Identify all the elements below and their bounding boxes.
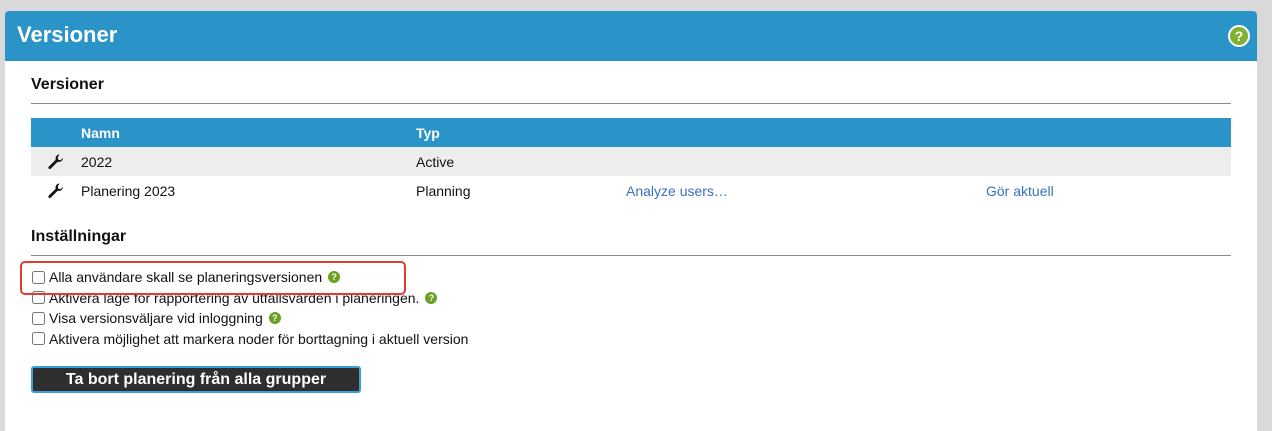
- help-icon[interactable]: ?: [1228, 25, 1250, 47]
- column-header-type[interactable]: Typ: [416, 118, 626, 147]
- table-row: Planering 2023 Planning Analyze users… G…: [31, 176, 1231, 205]
- make-current-link[interactable]: Gör aktuell: [986, 176, 1231, 205]
- option-label: Visa versionsväljare vid inloggning: [49, 310, 263, 327]
- make-current-link[interactable]: [986, 147, 1231, 176]
- column-header-icon: [31, 118, 81, 147]
- column-header-name[interactable]: Namn: [81, 118, 416, 147]
- option-label: Aktivera möjlighet att markera noder för…: [49, 330, 469, 347]
- panel-content: Versioner Namn Typ 2022 Active Planering…: [20, 61, 1231, 393]
- column-header-action1: [626, 118, 986, 147]
- table-row: 2022 Active: [31, 147, 1231, 176]
- wrench-icon[interactable]: [47, 153, 65, 171]
- option-checkbox[interactable]: [32, 270, 45, 284]
- settings-section-title: Inställningar: [31, 228, 1231, 256]
- page-title: Versioner: [17, 22, 118, 47]
- option-all-users-see-planning[interactable]: Alla användare skall se planeringsversio…: [31, 267, 1231, 288]
- versions-section-title: Versioner: [31, 76, 1231, 104]
- option-checkbox[interactable]: [32, 291, 45, 305]
- versions-panel: Versioner ? Versioner Namn Typ 2022 Acti…: [5, 11, 1257, 431]
- question-icon[interactable]: ?: [268, 312, 281, 325]
- question-icon[interactable]: ?: [328, 271, 341, 284]
- settings-options: Alla användare skall se planeringsversio…: [20, 261, 1231, 350]
- version-type: Planning: [416, 182, 471, 199]
- question-icon[interactable]: ?: [425, 291, 438, 304]
- option-checkbox[interactable]: [32, 332, 45, 346]
- table-header-row: Namn Typ: [31, 118, 1231, 147]
- option-checkbox[interactable]: [32, 311, 45, 325]
- analyze-users-link[interactable]: Analyze users…: [626, 176, 986, 205]
- row-edit-cell[interactable]: [31, 176, 81, 205]
- row-edit-cell[interactable]: [31, 147, 81, 176]
- version-type: Active: [416, 147, 626, 176]
- panel-header: Versioner ?: [5, 11, 1257, 61]
- option-mark-nodes-deletion[interactable]: Aktivera möjlighet att markera noder för…: [31, 329, 1231, 350]
- wrench-icon[interactable]: [47, 182, 65, 200]
- option-label: Aktivera läge för rapportering av utfall…: [49, 289, 420, 306]
- analyze-users-link[interactable]: [626, 147, 986, 176]
- version-name: Planering 2023: [81, 182, 176, 199]
- option-outcome-reporting[interactable]: Aktivera läge för rapportering av utfall…: [31, 288, 1231, 309]
- column-header-action2: [986, 118, 1231, 147]
- version-name: 2022: [81, 147, 416, 176]
- option-label: Alla användare skall se planeringsversio…: [49, 269, 323, 286]
- option-version-selector-login[interactable]: Visa versionsväljare vid inloggning ?: [31, 308, 1231, 329]
- versions-table: Namn Typ 2022 Active Planering 2023 Plan…: [31, 118, 1231, 205]
- remove-planning-button[interactable]: Ta bort planering från alla grupper: [31, 366, 361, 393]
